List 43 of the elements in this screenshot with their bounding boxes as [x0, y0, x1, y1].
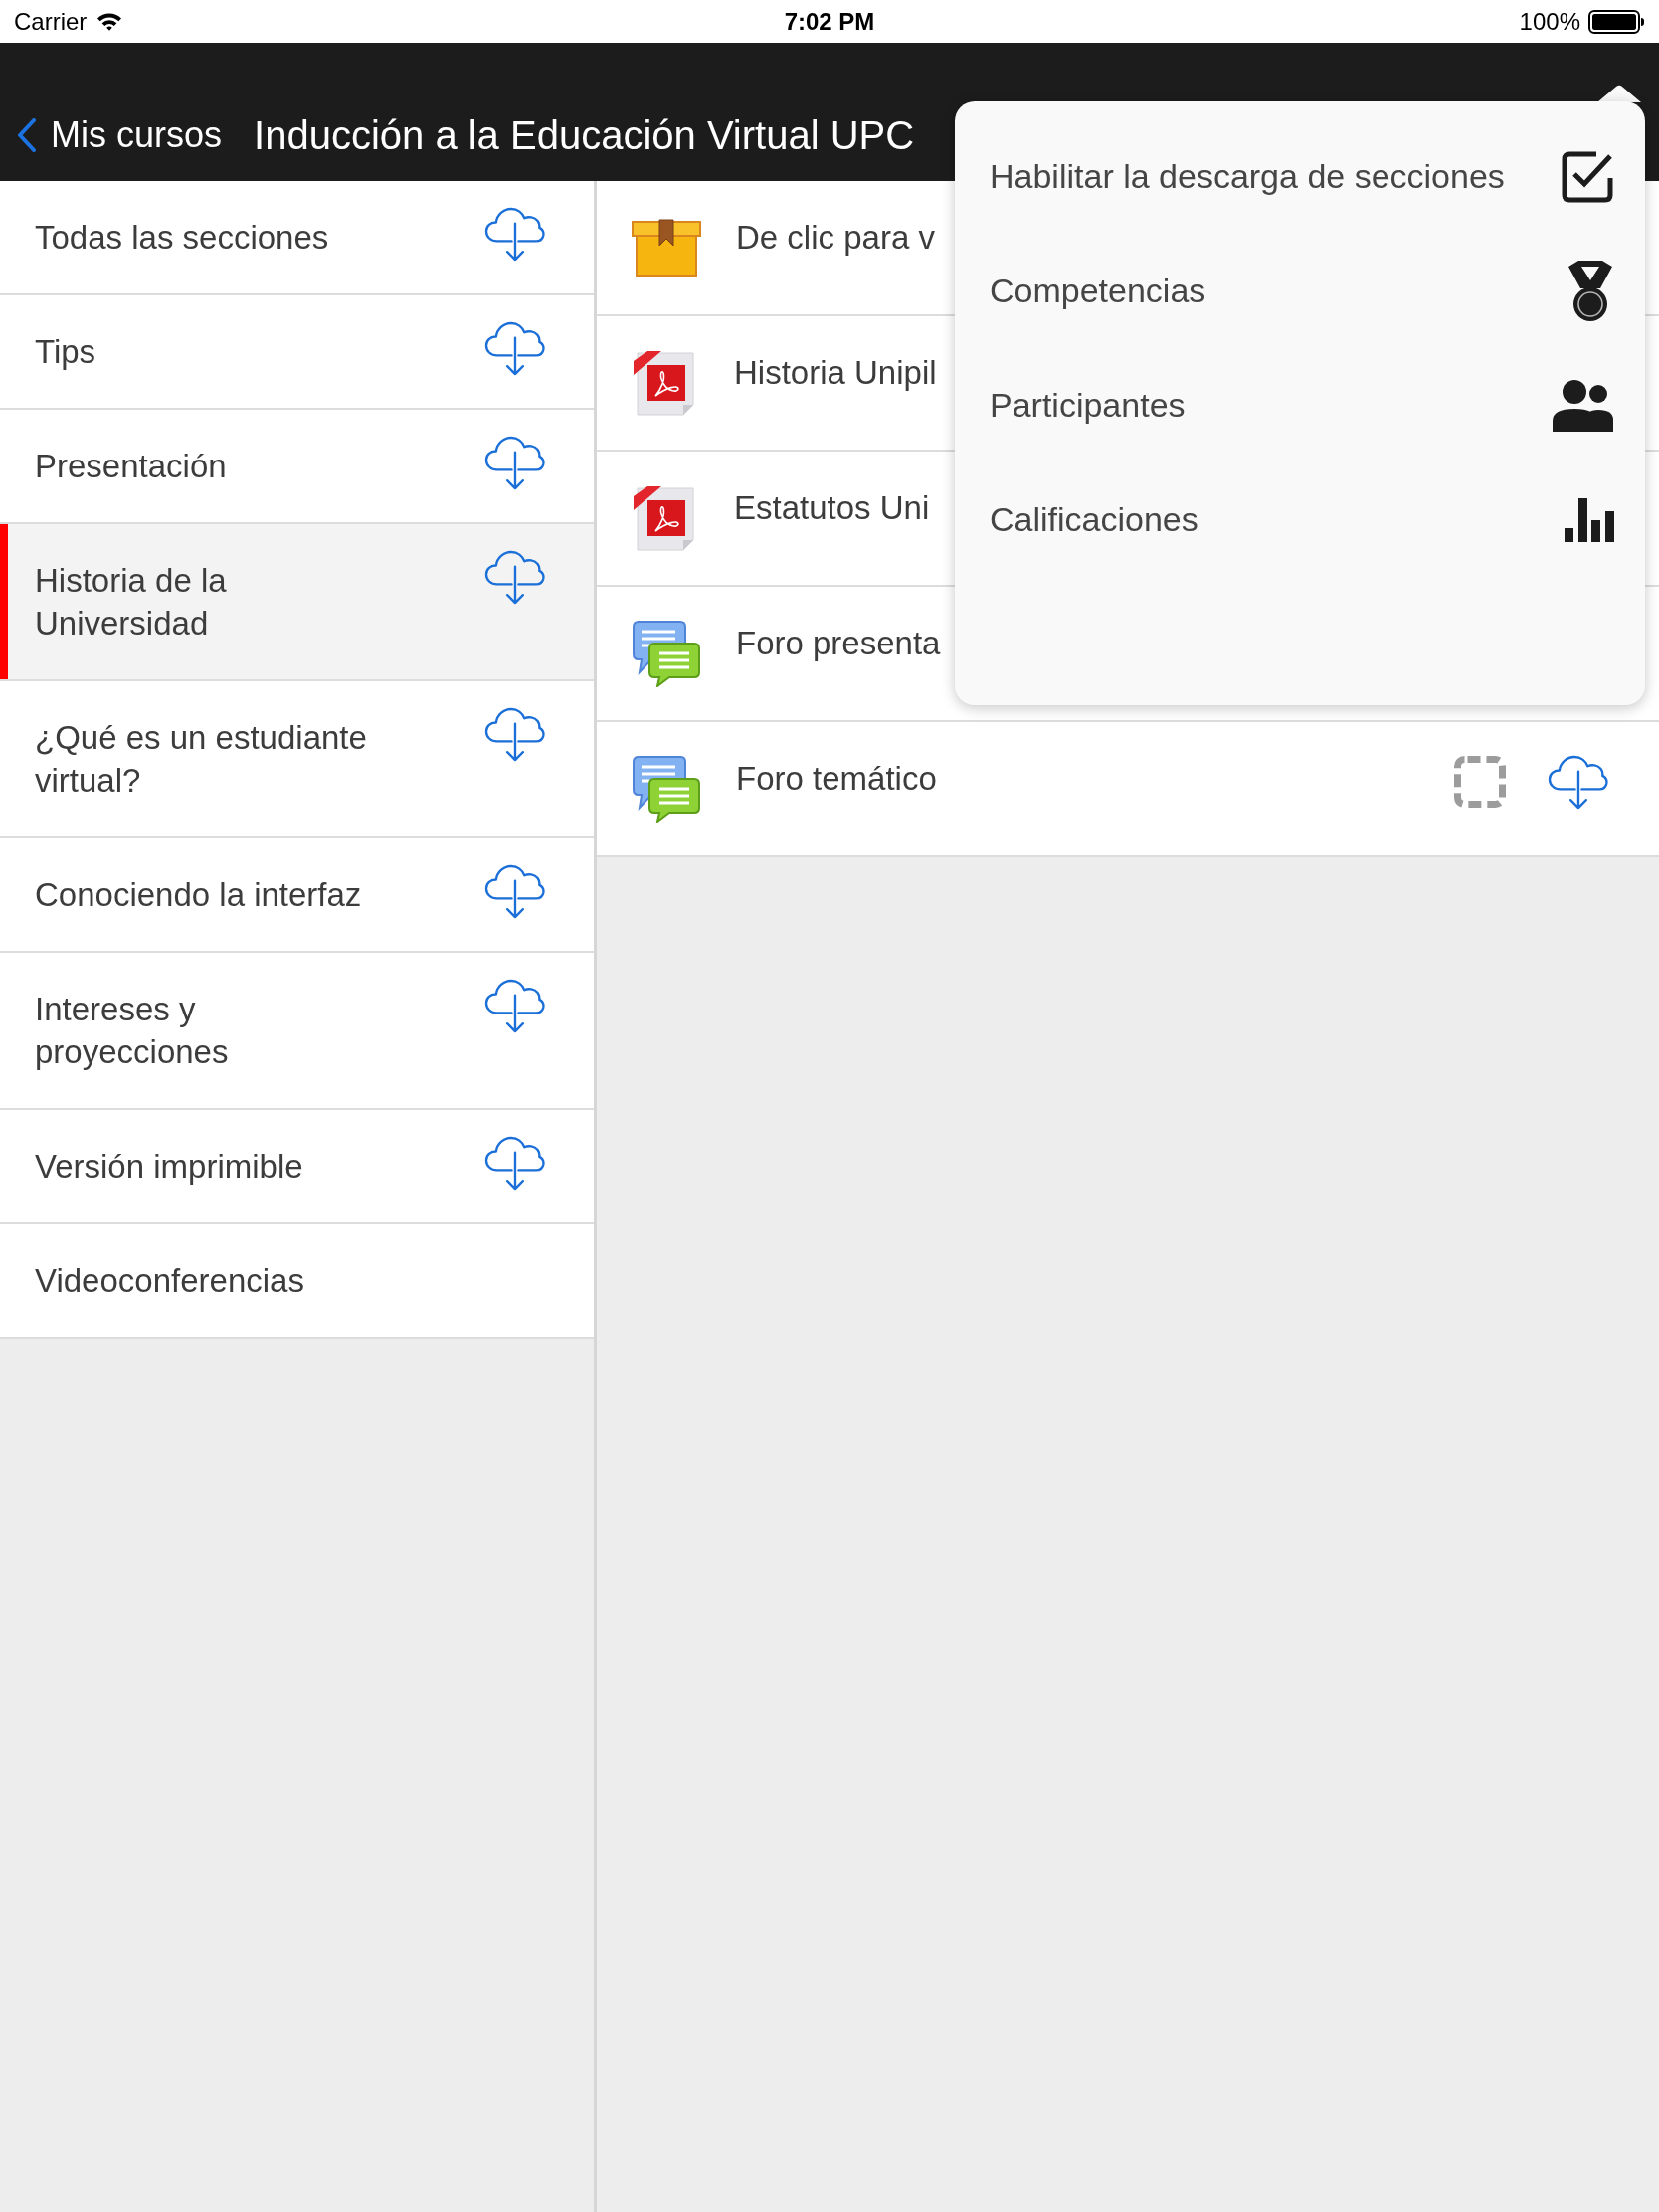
- module-title[interactable]: Historia Unipil: [734, 354, 937, 392]
- chat-bubbles-icon: [632, 620, 701, 687]
- bar-chart-icon: [1565, 497, 1614, 542]
- cloud-download-icon[interactable]: [483, 320, 546, 377]
- chat-bubbles-icon: [632, 755, 701, 823]
- cloud-download-icon[interactable]: [483, 706, 546, 763]
- cloud-download-icon[interactable]: [483, 549, 546, 606]
- section-item[interactable]: Versión imprimible: [0, 1110, 594, 1224]
- cloud-download-icon[interactable]: [483, 435, 546, 491]
- section-item[interactable]: Videoconferencias: [0, 1224, 594, 1339]
- medal-icon: [1567, 260, 1614, 322]
- section-item[interactable]: Presentación: [0, 410, 594, 524]
- battery-icon: [1588, 9, 1645, 34]
- wifi-icon: [96, 12, 123, 31]
- menu-item[interactable]: Habilitar la descarga de secciones: [990, 119, 1614, 234]
- section-item[interactable]: Intereses y proyecciones: [0, 953, 594, 1110]
- cloud-download-icon[interactable]: [483, 978, 546, 1034]
- cloud-download-icon[interactable]: [483, 863, 546, 920]
- people-icon: [1553, 379, 1614, 432]
- clock-time: 7:02 PM: [784, 7, 875, 36]
- section-item[interactable]: ¿Qué es un estudiante virtual?: [0, 681, 594, 838]
- section-item[interactable]: Todas las secciones: [0, 181, 594, 295]
- cloud-download-icon[interactable]: [483, 206, 546, 263]
- course-title: Inducción a la Educación Virtual UPC: [254, 112, 915, 159]
- package-icon: [632, 219, 701, 276]
- section-item[interactable]: Conociendo la interfaz: [0, 838, 594, 953]
- module-title[interactable]: Foro temático: [736, 760, 937, 798]
- cloud-download-icon[interactable]: [1547, 753, 1609, 811]
- module-title[interactable]: Estatutos Uni: [734, 489, 930, 527]
- completion-checkbox-icon[interactable]: [1454, 756, 1506, 808]
- menu-item[interactable]: Participantes: [990, 348, 1614, 462]
- carrier-label: Carrier: [14, 7, 88, 36]
- section-item[interactable]: Tips: [0, 295, 594, 410]
- menu-item[interactable]: Competencias: [990, 234, 1614, 348]
- back-button[interactable]: Mis cursos: [17, 111, 223, 159]
- checkbox-icon[interactable]: [1561, 149, 1614, 204]
- section-item[interactable]: Historia de la Universidad: [0, 524, 594, 681]
- cloud-download-icon[interactable]: [483, 1135, 546, 1192]
- chevron-left-icon: [17, 118, 37, 152]
- battery-percentage: 100%: [1519, 7, 1580, 36]
- module-title[interactable]: Foro presenta: [736, 625, 941, 662]
- module-title[interactable]: De clic para v: [736, 219, 935, 257]
- menu-item[interactable]: Calificaciones: [990, 462, 1614, 577]
